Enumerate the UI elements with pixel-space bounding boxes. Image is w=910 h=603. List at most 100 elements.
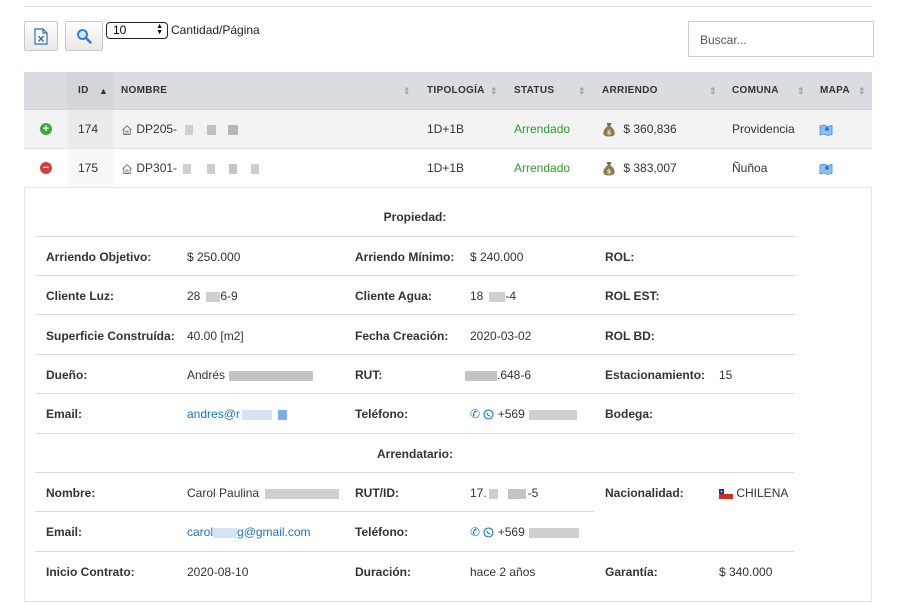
map-link[interactable] <box>819 149 833 187</box>
phone-icon[interactable]: ✆ <box>470 525 480 539</box>
collapse-row-button[interactable]: − <box>40 162 52 174</box>
nombre-label: Nombre: <box>46 486 96 500</box>
email-label: Email: <box>46 407 83 421</box>
cliente-luz-part: 28 <box>187 289 201 303</box>
telefono-label: Teléfono: <box>355 407 409 421</box>
owner-email-link[interactable]: andres@r <box>187 407 287 421</box>
estacionamiento-value: 15 <box>719 368 733 382</box>
col-header-id[interactable]: ID <box>78 72 89 110</box>
page-size-select[interactable]: 10 ▲ ▼ <box>106 22 168 39</box>
home-icon <box>122 124 132 135</box>
tenant-rut-part: 17. <box>470 486 487 500</box>
tenant-email-label: Email: <box>46 525 83 539</box>
tenant-email-part: carol <box>187 525 214 539</box>
estacionamiento-label: Estacionamiento: <box>605 368 706 382</box>
export-excel-button[interactable] <box>24 21 58 51</box>
rut-label: RUT: <box>355 368 383 382</box>
inicio-contrato-label: Inicio Contrato: <box>46 565 135 579</box>
redacted <box>228 124 239 135</box>
col-header-status[interactable]: STATUS <box>514 72 554 110</box>
telefono-value: ✆ +569 <box>470 407 577 421</box>
redacted <box>185 124 194 135</box>
sort-asc-icon: ▲ <box>99 86 108 96</box>
redacted <box>528 409 577 420</box>
arriendo-objetivo-label: Arriendo Objetivo: <box>46 250 152 264</box>
arriendo-minimo-label: Arriendo Mínimo: <box>355 250 455 264</box>
redacted <box>528 527 579 538</box>
col-header-comuna[interactable]: COMUNA <box>732 72 779 110</box>
divider <box>35 354 795 355</box>
table-row[interactable]: − 175 DP301- 1D+1B Arrendado $ $ 383,007… <box>24 149 872 188</box>
cliente-luz-value: 28 6-9 <box>187 289 238 303</box>
cliente-agua-part: 18 <box>470 289 484 303</box>
arriendo-value: $ 383,007 <box>623 161 677 175</box>
redacted <box>489 291 506 302</box>
nacionalidad-value: CHILENA <box>719 486 788 500</box>
row-detail-panel: Propiedad: Arriendo Objetivo: $ 250.000 … <box>24 188 872 602</box>
cell-id: 175 <box>78 161 99 175</box>
property-code: DP205- <box>136 122 178 136</box>
cell-status: Arrendado <box>514 122 571 136</box>
cell-tipologia: 1D+1B <box>427 122 465 136</box>
inicio-contrato-value: 2020-08-10 <box>187 565 249 579</box>
money-bag-icon: $ <box>603 162 615 176</box>
tenant-rut-part: -5 <box>527 486 539 500</box>
arrendatario-title: Arrendatario: <box>376 447 453 461</box>
redacted <box>277 409 287 420</box>
superficie-label: Superficie Construída: <box>46 329 175 343</box>
cell-status: Arrendado <box>514 161 571 175</box>
rut-part: .648-6 <box>497 368 532 382</box>
divider <box>35 314 795 315</box>
col-header-mapa[interactable]: MAPA <box>820 72 850 110</box>
divider <box>35 472 795 473</box>
whatsapp-icon[interactable] <box>483 527 494 538</box>
fecha-creacion-value: 2020-03-02 <box>470 329 532 343</box>
tenant-email-part: g@gmail.com <box>237 525 311 539</box>
whatsapp-icon[interactable] <box>483 409 494 420</box>
table-row[interactable]: + 174 DP205- 1D+1B Arrendado $ $ 360,836… <box>24 110 872 149</box>
tenant-name-value: Carol Paulina <box>187 486 340 500</box>
cell-arriendo: $ $ 360,836 <box>602 110 677 148</box>
redacted <box>465 370 497 381</box>
tenant-rut-value: 17. -5 <box>470 486 538 500</box>
search-input[interactable]: Buscar... <box>688 21 874 57</box>
cliente-luz-label: Cliente Luz: <box>46 289 114 303</box>
redacted <box>183 163 192 174</box>
garantia-value: $ 340.000 <box>719 565 773 579</box>
phone-number: +569 <box>497 407 525 421</box>
expand-row-button[interactable]: + <box>40 123 52 135</box>
tenant-email-link[interactable]: carol g@gmail.com <box>187 525 311 539</box>
cell-nombre[interactable]: DP205- <box>121 110 239 148</box>
sort-icon: ⇕ <box>797 86 805 96</box>
propiedad-title: Propiedad: <box>383 210 447 224</box>
search-button[interactable] <box>65 21 103 51</box>
money-bag-icon: $ <box>603 123 615 137</box>
phone-icon[interactable]: ✆ <box>470 407 480 421</box>
sort-icon: ⇕ <box>858 86 866 96</box>
redacted <box>207 124 217 135</box>
home-icon <box>122 163 132 174</box>
redacted <box>229 370 314 381</box>
tenant-telefono-label: Teléfono: <box>355 525 409 539</box>
cell-tipologia: 1D+1B <box>427 161 465 175</box>
cliente-agua-part: -4 <box>505 289 517 303</box>
page-size-value: 10 <box>113 23 127 37</box>
property-code: DP301- <box>136 161 178 175</box>
tenant-telefono-value: ✆ +569 <box>470 525 579 539</box>
cell-nombre[interactable]: DP301- <box>121 149 260 187</box>
cell-comuna: Providencia <box>732 122 795 136</box>
map-link[interactable] <box>819 110 833 148</box>
svg-text:$: $ <box>607 168 612 176</box>
duracion-label: Duración: <box>355 565 412 579</box>
plus-icon: + <box>42 123 50 135</box>
page-size-label: Cantidad/Página <box>171 23 260 37</box>
sort-icon: ⇕ <box>709 86 717 96</box>
col-header-nombre[interactable]: NOMBRE <box>121 72 167 110</box>
nacionalidad-label: Nacionalidad: <box>605 486 684 500</box>
redacted <box>229 163 238 174</box>
arriendo-value: $ 360,836 <box>623 122 677 136</box>
col-header-arriendo[interactable]: ARRIENDO <box>602 72 658 110</box>
col-header-tipologia[interactable]: TIPOLOGÍA <box>427 72 485 110</box>
magnifier-icon <box>77 29 92 44</box>
table-header: ID ▲ NOMBRE ⇕ TIPOLOGÍA ⇕ STATUS ⇕ ARRIE… <box>24 72 872 110</box>
